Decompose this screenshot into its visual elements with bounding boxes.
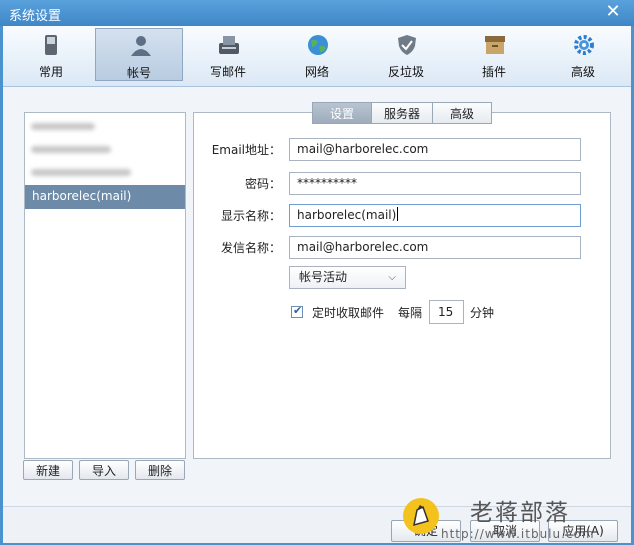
tab-settings[interactable]: 设置: [312, 102, 372, 124]
display-name-field[interactable]: harborelec(mail): [289, 204, 581, 227]
display-name-label: 显示名称：: [220, 209, 281, 223]
email-field[interactable]: mail@harborelec.com: [289, 138, 581, 161]
account-status-select[interactable]: 帐号活动 ⌵: [289, 266, 406, 289]
toolbar-label-compose: 写邮件: [209, 65, 246, 79]
toolbar-label-plugins: 插件: [481, 65, 506, 79]
toolbar-label-general: 常用: [38, 65, 63, 79]
email-label: Email地址：: [211, 143, 281, 157]
toolbar-label-advanced: 高级: [570, 65, 595, 79]
write-mail-icon: [219, 36, 239, 54]
redacted-account: [31, 146, 111, 153]
new-account-button[interactable]: 新建: [23, 460, 73, 480]
shield-icon: [398, 35, 416, 55]
toolbar-tab-network[interactable]: 网络: [273, 28, 361, 81]
watermark-url: http://www.itbulu.com: [441, 527, 595, 541]
tab-server[interactable]: 服务器: [371, 102, 433, 124]
account-status-value: 帐号活动: [299, 270, 348, 284]
text-caret: [397, 207, 399, 221]
toolbar-label-account: 帐号: [126, 66, 151, 80]
interval-input[interactable]: 15: [429, 300, 464, 324]
toolbar-label-network: 网络: [304, 65, 329, 79]
toolbar-tab-general[interactable]: 常用: [7, 28, 95, 81]
toolbar-tab-compose[interactable]: 写邮件: [184, 28, 272, 81]
import-account-button[interactable]: 导入: [79, 460, 129, 480]
toolbar-tab-antispam[interactable]: 反垃圾: [362, 28, 450, 81]
watermark: 老蒋部落 http://www.itbulu.com: [403, 493, 634, 545]
toolbar-tab-account[interactable]: 帐号: [95, 28, 183, 81]
close-icon[interactable]: ✕: [604, 2, 622, 22]
globe-icon: [308, 35, 328, 55]
chevron-down-icon: ⌵: [388, 272, 396, 283]
auto-fetch-checkbox[interactable]: ✔: [291, 304, 303, 318]
settings-toolbar: 常用 帐号 写邮件 网络 反垃圾 插件 高级: [3, 26, 631, 87]
account-name: harborelec(mail): [32, 189, 132, 203]
list-item[interactable]: [25, 114, 185, 138]
gear-icon: [574, 35, 594, 55]
redacted-account: [31, 169, 131, 176]
list-item[interactable]: [25, 160, 185, 184]
display-name-value: harborelec(mail): [297, 208, 397, 222]
password-label: 密码：: [244, 177, 281, 191]
window-title: 系统设置: [9, 9, 62, 24]
title-bar: 系统设置 ✕: [0, 0, 634, 26]
plugin-box-icon: [485, 36, 505, 54]
account-list[interactable]: harborelec(mail): [24, 112, 186, 459]
delete-account-button[interactable]: 删除: [135, 460, 185, 480]
sender-name-field[interactable]: mail@harborelec.com: [289, 236, 581, 259]
sender-name-label: 发信名称：: [220, 241, 281, 255]
pencil-logo-icon: [403, 498, 439, 534]
watermark-name: 老蒋部落: [470, 500, 570, 526]
redacted-account: [31, 123, 95, 130]
interval-prefix: 每隔: [398, 306, 423, 320]
toolbar-label-antispam: 反垃圾: [387, 65, 424, 79]
password-field[interactable]: **********: [289, 172, 581, 195]
list-item-selected[interactable]: harborelec(mail): [25, 185, 185, 209]
list-item[interactable]: [25, 137, 185, 161]
user-icon: [131, 36, 151, 56]
tab-advanced[interactable]: 高级: [432, 102, 492, 124]
auto-fetch-label: 定时收取邮件: [312, 306, 385, 320]
interval-unit: 分钟: [470, 306, 495, 320]
toolbar-tab-advanced[interactable]: 高级: [539, 28, 627, 81]
settings-content: harborelec(mail) 新建 导入 删除 设置 服务器 高级 Emai…: [3, 87, 631, 506]
toolbar-tab-plugins[interactable]: 插件: [450, 28, 538, 81]
phone-icon: [45, 35, 57, 55]
checkmark-icon: ✔: [293, 304, 303, 317]
